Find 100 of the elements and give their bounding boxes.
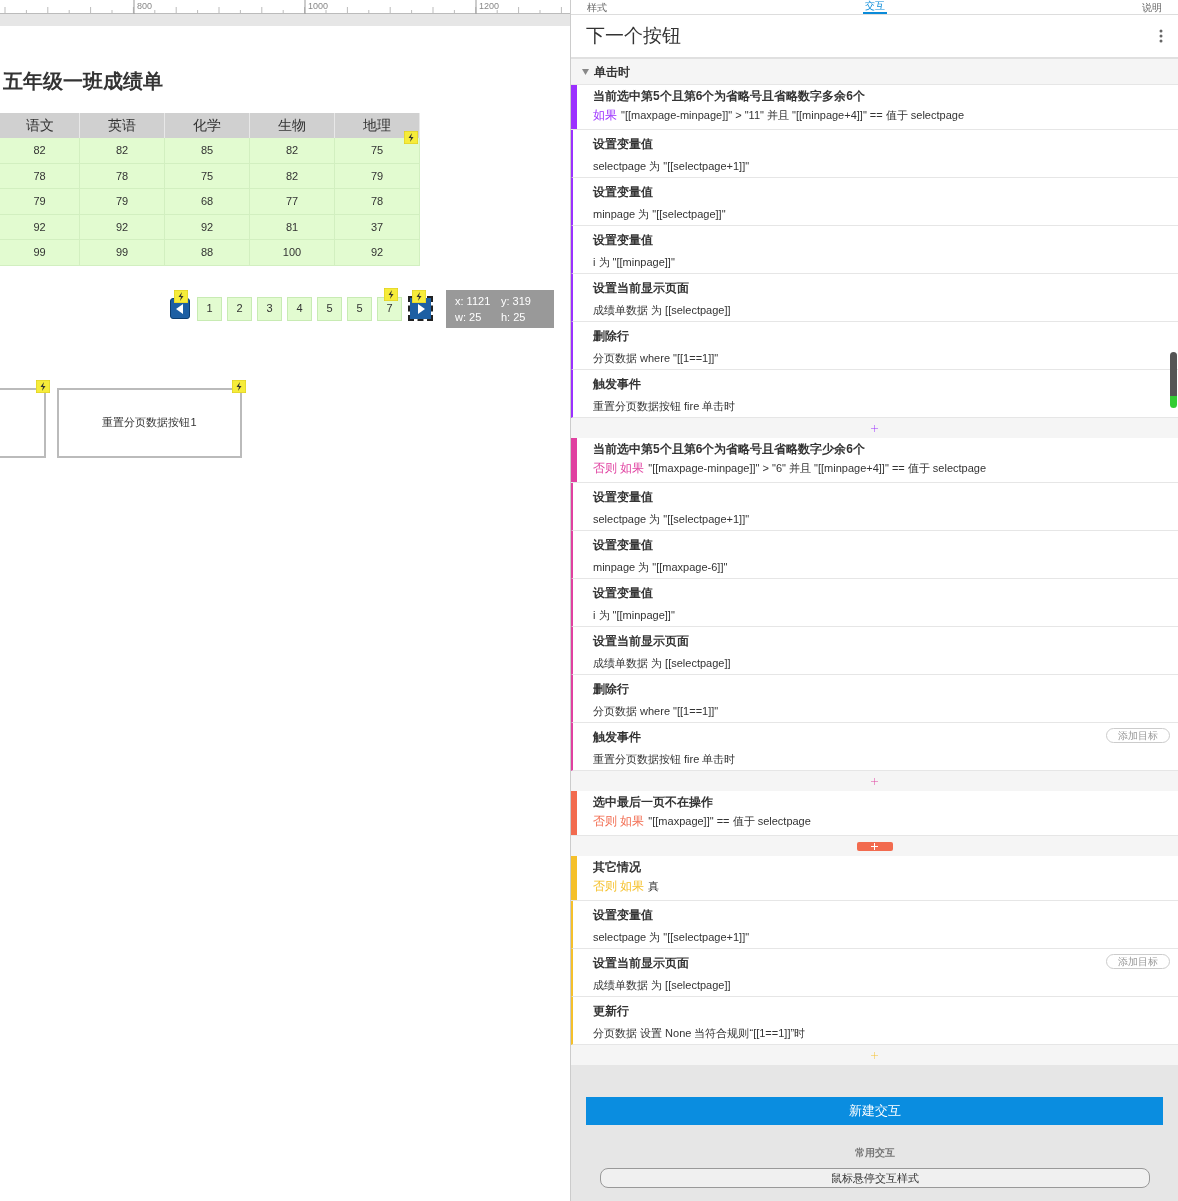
- table-cell: 99: [80, 240, 165, 266]
- table-cell: 82: [250, 138, 335, 164]
- page-button[interactable]: 5: [317, 296, 342, 321]
- table-cell: 79: [335, 163, 420, 189]
- table-cell: 79: [80, 189, 165, 215]
- action-detail: 成绩单数据 为 [[selectpage]]: [593, 656, 731, 670]
- table-cell: 79: [0, 189, 80, 215]
- table-cell: 75: [165, 163, 250, 189]
- ruler-label: 800: [137, 1, 153, 11]
- action-detail: selectpage 为 "[[selectpage+1]]": [593, 930, 750, 944]
- action-title: 设置变量值: [593, 537, 653, 553]
- lightning-badge-icon: [36, 379, 50, 393]
- case-header[interactable]: 其它情况 否则 如果 真: [571, 856, 1178, 901]
- tooltip-value: y: 319: [501, 293, 532, 309]
- action-title: 更新行: [593, 1003, 629, 1019]
- condition-keyword: 否则 如果: [593, 813, 645, 829]
- scrollbar-thumb[interactable]: [1170, 352, 1177, 408]
- more-options-icon[interactable]: [1159, 29, 1163, 43]
- table-cell: 78: [80, 163, 165, 189]
- action-detail: minpage 为 "[[selectpage]]": [593, 207, 726, 221]
- action-title: 删除行: [593, 681, 629, 697]
- add-case-button[interactable]: [856, 841, 893, 851]
- column-header: 化学: [165, 113, 250, 138]
- table-cell: 100: [250, 240, 335, 266]
- section-label: 常用交互: [854, 1146, 895, 1160]
- panel-tab[interactable]: 说明: [1140, 2, 1164, 14]
- table-cell: 85: [165, 138, 250, 164]
- action-detail: selectpage 为 "[[selectpage+1]]": [593, 512, 750, 526]
- action-title: 设置变量值: [593, 184, 653, 200]
- action-title: 设置当前显示页面: [593, 633, 689, 649]
- table-cell: 68: [165, 189, 250, 215]
- table-cell: 82: [0, 138, 80, 164]
- action-title: 设置变量值: [593, 489, 653, 505]
- column-header: 生物: [250, 113, 335, 138]
- condition-keyword: 否则 如果: [593, 460, 645, 476]
- action-detail: i 为 "[[minpage]]": [593, 255, 675, 269]
- action-detail: 成绩单数据 为 [[selectpage]]: [593, 978, 731, 992]
- table-cell: 77: [250, 189, 335, 215]
- condition-text: "[[maxpage-minpage]]" > "11" 并且 "[[minpage+4]]" == 值于 selectpage: [621, 108, 964, 123]
- action-title: 设置当前显示页面: [593, 280, 689, 296]
- table-cell: 92: [80, 214, 165, 240]
- table-cell: 92: [165, 214, 250, 240]
- table-cell: 78: [335, 189, 420, 215]
- case-header[interactable]: 当前选中第5个且第6个为省略号且省略数字多余6个 如果 "[[maxpage-minpage]]" > "11" 并且 "[[minpage+4]]" == 值于 selectpage: [571, 85, 1178, 130]
- table-cell: 78: [0, 163, 80, 189]
- lightning-badge-icon: [412, 289, 426, 303]
- tooltip-value: w: 25: [455, 309, 483, 325]
- case-name: 其它情况: [593, 859, 641, 875]
- tooltip-value: x: 1121: [455, 293, 492, 309]
- action-detail: 分页数据 设置 None 当符合规则“[[1==1]]”时: [593, 1026, 806, 1040]
- new-interaction-button[interactable]: 新建交互: [586, 1097, 1163, 1125]
- lightning-badge-icon: [232, 379, 246, 393]
- hover-style-button[interactable]: 鼠标悬停交互样式: [599, 1168, 1150, 1188]
- action-detail: 分页数据 where "[[1==1]]": [593, 351, 719, 365]
- table-cell: 92: [0, 214, 80, 240]
- action-title: 设置变量值: [593, 907, 653, 923]
- table-cell: 81: [250, 214, 335, 240]
- case-header[interactable]: 当前选中第5个且第6个为省略号且省略数字少余6个 否则 如果 "[[maxpage-minpage]]" > "6" 并且 "[[minpage+4]]" == 值于 selectpage: [571, 438, 1178, 483]
- action-title: 触发事件: [593, 729, 641, 745]
- table-cell: 92: [335, 240, 420, 266]
- panel-tab[interactable]: 样式: [585, 2, 609, 14]
- case-name: 选中最后一页不在操作: [593, 794, 713, 810]
- table-cell: 75: [335, 138, 420, 164]
- action-detail: 重置分页数据按钮 fire 单击时: [593, 752, 736, 766]
- action-detail: selectpage 为 "[[selectpage+1]]": [593, 159, 750, 173]
- table-cell: 82: [80, 138, 165, 164]
- action-title: 设置当前显示页面: [593, 955, 689, 971]
- action-title: 设置变量值: [593, 585, 653, 601]
- condition-text: "[[maxpage-minpage]]" > "6" 并且 "[[minpage+4]]" == 值于 selectpage: [648, 461, 987, 476]
- ruler-label: 1200: [479, 1, 500, 11]
- plus-icon[interactable]: [871, 424, 878, 432]
- lightning-badge-icon: [404, 131, 418, 144]
- case-name: 当前选中第5个且第6个为省略号且省略数字多余6个: [593, 88, 866, 104]
- widget-title: 下一个按钮: [586, 23, 681, 48]
- right-triangle-icon: [416, 303, 425, 314]
- case-header[interactable]: 选中最后一页不在操作 否则 如果 "[[maxpage]]" == 值于 selectpage: [571, 791, 1178, 836]
- condition-keyword: 如果: [593, 107, 617, 123]
- condition-keyword: 否则 如果: [593, 878, 645, 894]
- action-detail: 重置分页数据按钮 fire 单击时: [593, 399, 736, 413]
- column-header: 英语: [80, 113, 165, 138]
- table-cell: 82: [250, 163, 335, 189]
- page-button[interactable]: 2: [227, 296, 252, 321]
- action-detail: minpage 为 "[[maxpage-6]]": [593, 560, 728, 574]
- page-button[interactable]: 1: [197, 296, 222, 321]
- page-button[interactable]: 4: [287, 296, 312, 321]
- left-triangle-icon: [176, 303, 184, 314]
- table-cell: 99: [0, 240, 80, 266]
- lightning-badge-icon: [384, 287, 398, 301]
- condition-text: 真: [648, 879, 660, 894]
- action-detail: 分页数据 where "[[1==1]]": [593, 704, 719, 718]
- caret-icon: [582, 68, 589, 75]
- page-button[interactable]: 5: [347, 296, 372, 321]
- lightning-badge-icon: [174, 289, 188, 303]
- page-title: 五年级一班成绩单: [3, 69, 163, 94]
- action-detail: i 为 "[[minpage]]": [593, 608, 675, 622]
- page-button[interactable]: 3: [257, 296, 282, 321]
- action-title: 删除行: [593, 328, 629, 344]
- widget-label: 重置分页数据按钮1: [102, 415, 197, 431]
- tooltip-value: h: 25: [501, 309, 527, 325]
- table-cell: 37: [335, 214, 420, 240]
